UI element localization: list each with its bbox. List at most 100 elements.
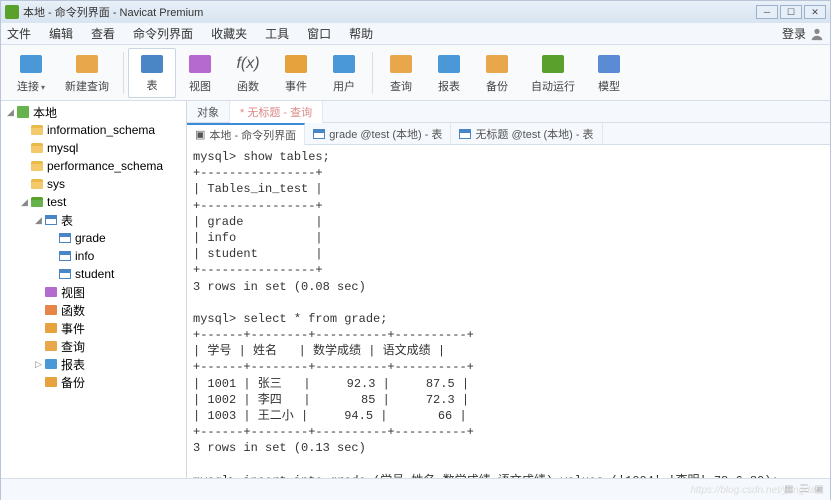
toolbar-label: 视图: [189, 78, 211, 94]
doctab-cli[interactable]: ▣本地 - 命令列界面: [187, 123, 305, 145]
maximize-button[interactable]: ☐: [780, 5, 802, 19]
toolbar-label: 用户: [333, 78, 355, 94]
grid-view-icon[interactable]: ▦: [784, 484, 793, 495]
toolbar-连接[interactable]: 连接: [7, 48, 55, 98]
连接-icon: [19, 52, 43, 76]
toolbar-用户[interactable]: 用户: [320, 48, 368, 98]
info-panel-icon[interactable]: ▣: [815, 484, 824, 495]
terminal-output[interactable]: mysql> show tables; +----------------+ |…: [187, 145, 830, 478]
查询-icon: [389, 52, 413, 76]
tree-db-test[interactable]: ◢test: [1, 193, 186, 211]
app-icon: [5, 5, 19, 19]
toolbar-自动运行[interactable]: 自动运行: [521, 48, 585, 98]
tree-db-performance_schema[interactable]: performance_schema: [1, 157, 186, 175]
toolbar-模型[interactable]: 模型: [585, 48, 633, 98]
toolbar-事件[interactable]: 事件: [272, 48, 320, 98]
表-icon: [140, 53, 164, 75]
自动运行-icon: [541, 52, 565, 76]
login-button[interactable]: 登录: [782, 25, 824, 42]
tree-icon: [44, 375, 58, 389]
menu-bar: 文件 编辑 查看 命令列界面 收藏夹 工具 窗口 帮助 登录: [1, 23, 830, 45]
toolbar-label: 函数: [237, 78, 259, 94]
tree-icon: [44, 303, 58, 317]
toolbar-label: 新建查询: [65, 78, 109, 94]
main-panel: 对象 * 无标题 - 查询 ▣本地 - 命令列界面 grade @test (本…: [187, 101, 830, 478]
tree-label: 视图: [61, 284, 85, 301]
新建查询-icon: [75, 52, 99, 76]
视图-icon: [188, 52, 212, 76]
tree-folder-函数[interactable]: 函数: [1, 301, 186, 319]
tree-table-student[interactable]: student: [1, 265, 186, 283]
menu-view[interactable]: 查看: [91, 25, 115, 42]
menu-favorites[interactable]: 收藏夹: [211, 25, 247, 42]
toolbar-label: 表: [147, 77, 158, 93]
menu-help[interactable]: 帮助: [349, 25, 373, 42]
status-bar: ▦ ☰ ▣: [1, 478, 830, 500]
toolbar-函数[interactable]: f(x)函数: [224, 48, 272, 98]
tree-folder-备份[interactable]: 备份: [1, 373, 186, 391]
toolbar-label: 查询: [390, 78, 412, 94]
toolbar-label: 模型: [598, 78, 620, 94]
sub-tabs: 对象 * 无标题 - 查询: [187, 101, 830, 123]
toolbar-label: 备份: [486, 78, 508, 94]
subtab-query[interactable]: * 无标题 - 查询: [230, 101, 323, 123]
tree-table-info[interactable]: info: [1, 247, 186, 265]
doctab-grade[interactable]: grade @test (本地) - 表: [305, 123, 451, 145]
tree-folder-报表[interactable]: ▷报表: [1, 355, 186, 373]
tree-label: 本地: [33, 104, 57, 121]
minimize-button[interactable]: ─: [756, 5, 778, 19]
tree-folder-视图[interactable]: 视图: [1, 283, 186, 301]
toolbar-label: 报表: [438, 78, 460, 94]
tree-label: 报表: [61, 356, 85, 373]
tree-label: student: [75, 267, 114, 281]
toolbar-视图[interactable]: 视图: [176, 48, 224, 98]
tree-icon: [16, 105, 30, 119]
close-button[interactable]: ✕: [804, 5, 826, 19]
tree-label: 表: [61, 212, 73, 229]
报表-icon: [437, 52, 461, 76]
menu-cli[interactable]: 命令列界面: [133, 25, 193, 42]
tree-db-mysql[interactable]: mysql: [1, 139, 186, 157]
sidebar-tree[interactable]: ◢本地 information_schemamysql performance_sc…: [1, 101, 187, 478]
tree-label: sys: [47, 177, 65, 191]
menu-file[interactable]: 文件: [7, 25, 31, 42]
tree-db-sys[interactable]: sys: [1, 175, 186, 193]
tree-connection[interactable]: ◢本地: [1, 103, 186, 121]
tree-db-information_schema[interactable]: information_schema: [1, 121, 186, 139]
tree-tables-folder[interactable]: ◢表: [1, 211, 186, 229]
toolbar-表[interactable]: 表: [128, 48, 176, 98]
tree-label: 查询: [61, 338, 85, 355]
tree-icon: [58, 231, 72, 245]
detail-view-icon[interactable]: ☰: [800, 484, 809, 495]
tree-label: test: [47, 195, 66, 209]
tree-icon: [30, 195, 44, 209]
用户-icon: [332, 52, 356, 76]
备份-icon: [485, 52, 509, 76]
toolbar-查询[interactable]: 查询: [377, 48, 425, 98]
tree-icon: [58, 267, 72, 281]
tree-icon: [44, 321, 58, 335]
tree-icon: [44, 285, 58, 299]
tree-label: mysql: [47, 141, 78, 155]
toolbar-备份[interactable]: 备份: [473, 48, 521, 98]
menu-tools[interactable]: 工具: [265, 25, 289, 42]
toolbar-报表[interactable]: 报表: [425, 48, 473, 98]
menu-edit[interactable]: 编辑: [49, 25, 73, 42]
tree-folder-查询[interactable]: 查询: [1, 337, 186, 355]
doctab-untitled[interactable]: 无标题 @test (本地) - 表: [451, 123, 602, 145]
tree-label: 函数: [61, 302, 85, 319]
title-bar: 本地 - 命令列界面 - Navicat Premium ─ ☐ ✕: [1, 1, 830, 23]
tree-icon: [30, 123, 44, 137]
tree-folder-事件[interactable]: 事件: [1, 319, 186, 337]
tree-label: grade: [75, 231, 106, 245]
toolbar: 连接新建查询 表 视图 f(x)函数事件用户 查询 报表 备份 自动运行 模型: [1, 45, 830, 101]
subtab-object[interactable]: 对象: [187, 101, 230, 123]
toolbar-label: 自动运行: [531, 78, 575, 94]
tree-label: information_schema: [47, 123, 155, 137]
tree-label: 事件: [61, 320, 85, 337]
tree-icon: [44, 213, 58, 227]
toolbar-新建查询[interactable]: 新建查询: [55, 48, 119, 98]
menu-window[interactable]: 窗口: [307, 25, 331, 42]
事件-icon: [284, 52, 308, 76]
tree-table-grade[interactable]: grade: [1, 229, 186, 247]
